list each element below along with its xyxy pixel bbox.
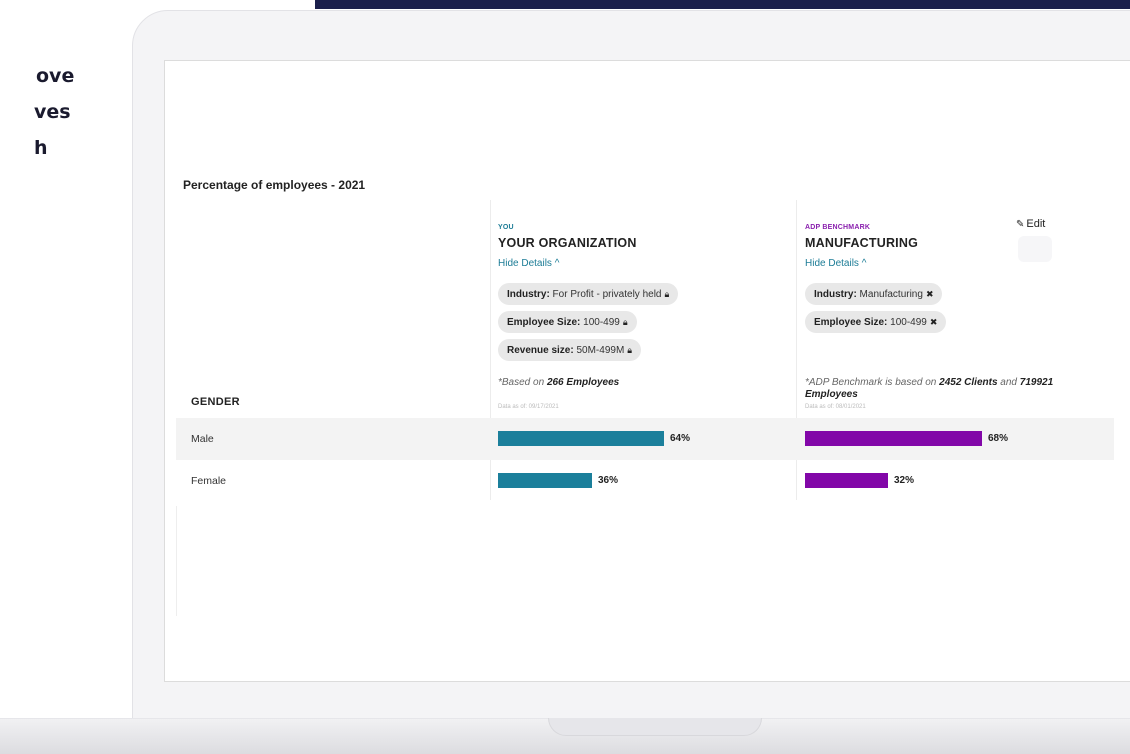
filter-chip-employee-size-adp: Employee Size: 100-499 ✖ xyxy=(805,311,947,333)
adp-data-as-of: Data as of: 08/01/2021 xyxy=(805,404,866,410)
close-icon[interactable]: ✖ xyxy=(926,289,934,299)
pct-you-male: 64% xyxy=(670,433,691,444)
promo-line: h xyxy=(34,137,48,159)
adp-based-on-note: *ADP Benchmark is based on 2452 Clients … xyxy=(805,377,1105,401)
chip-value: 100-499 xyxy=(887,317,927,328)
edit-hover-shadow xyxy=(1018,236,1052,262)
chip-key: Employee Size: xyxy=(507,317,581,328)
hide-details-toggle-you[interactable]: Hide Details ^ xyxy=(498,258,559,269)
promo-heading: ove ves h xyxy=(0,58,74,166)
content-left-rule xyxy=(176,506,177,616)
bar-adp-male xyxy=(805,431,982,446)
based-employees-word: Employees xyxy=(805,389,858,400)
based-mid: and xyxy=(997,377,1020,388)
chip-key: Industry: xyxy=(507,289,550,300)
filter-chip-employee-size: Employee Size: 100-499 🔒︎ xyxy=(498,311,637,333)
chip-value: 100-499 xyxy=(580,317,620,328)
section-label-gender: GENDER xyxy=(191,396,240,408)
promo-line: ove xyxy=(36,65,75,87)
chip-value: Manufacturing xyxy=(856,289,923,300)
adp-benchmark-tag: ADP BENCHMARK xyxy=(805,224,871,231)
row-label-female: Female xyxy=(191,475,227,487)
based-employees-num: 719921 xyxy=(1019,377,1054,388)
page-title: Percentage of employees - 2021 xyxy=(183,178,366,192)
promo-line: ves xyxy=(34,101,71,123)
pct-adp-female: 32% xyxy=(894,475,915,486)
you-based-on-note: *Based on 266 Employees xyxy=(498,377,619,388)
bar-adp-female xyxy=(805,473,888,488)
filter-chip-industry: Industry: For Profit - privately held 🔒︎ xyxy=(498,283,679,305)
lock-icon: 🔒︎ xyxy=(627,345,633,355)
lock-icon: 🔒︎ xyxy=(664,289,670,299)
you-tag: YOU xyxy=(498,224,514,231)
bar-you-male xyxy=(498,431,664,446)
pencil-icon: ✎ xyxy=(1016,219,1025,230)
edit-label: Edit xyxy=(1026,218,1046,230)
pct-you-female: 36% xyxy=(598,475,619,486)
filter-chip-revenue-size: Revenue size: 50M-499M 🔒︎ xyxy=(498,339,642,361)
close-icon[interactable]: ✖ xyxy=(930,317,938,327)
based-clients: 2452 Clients xyxy=(939,377,998,388)
you-data-as-of: Data as of: 09/17/2021 xyxy=(498,404,559,410)
chip-key: Revenue size: xyxy=(507,345,574,356)
based-prefix: *Based on xyxy=(498,377,547,388)
chip-key: Employee Size: xyxy=(814,317,888,328)
your-organization-title: YOUR ORGANIZATION xyxy=(498,236,637,250)
based-count: 266 Employees xyxy=(546,377,620,388)
edit-button[interactable]: ✎ Edit xyxy=(1016,218,1045,230)
chip-value: 50M-499M xyxy=(573,345,625,356)
chip-value: For Profit - privately held xyxy=(549,289,662,300)
top-banner-strip xyxy=(315,0,1130,9)
hide-details-toggle-adp[interactable]: Hide Details ^ xyxy=(805,258,866,269)
lock-icon: 🔒︎ xyxy=(622,317,628,327)
filter-chip-industry-adp: Industry: Manufacturing ✖ xyxy=(805,283,943,305)
benchmark-title: MANUFACTURING xyxy=(805,236,919,250)
laptop-notch xyxy=(548,718,762,736)
laptop-screen xyxy=(164,60,1130,682)
based-prefix: *ADP Benchmark is based on xyxy=(805,377,940,388)
chip-key: Industry: xyxy=(814,289,857,300)
row-label-male: Male xyxy=(191,433,214,445)
pct-adp-male: 68% xyxy=(988,433,1009,444)
bar-you-female xyxy=(498,473,592,488)
